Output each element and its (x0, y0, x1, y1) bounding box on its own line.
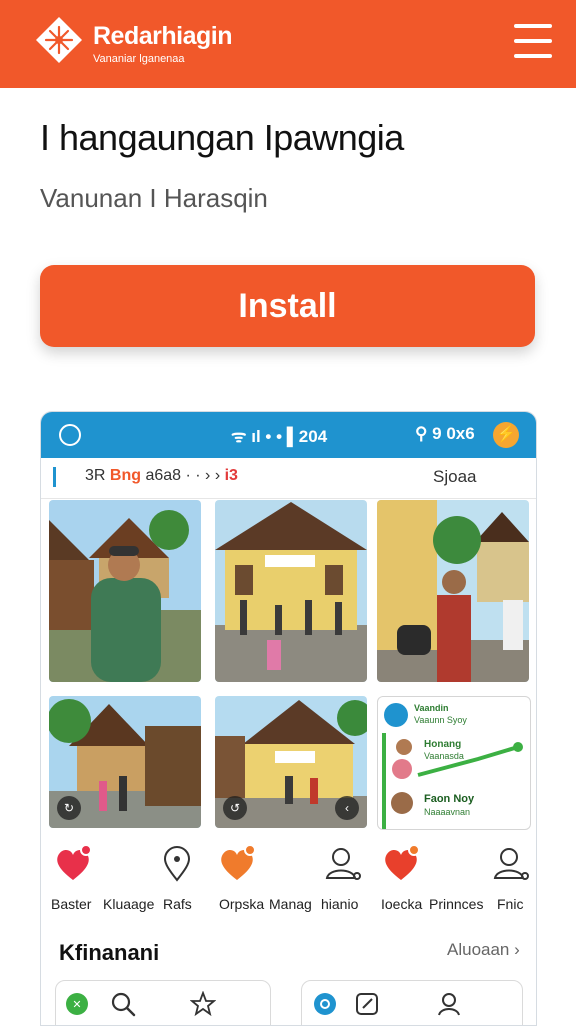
app-title: I hangaungan Ipawngia (40, 117, 404, 158)
subheader-right-label[interactable]: Sjoaa (433, 467, 476, 487)
heart-icon[interactable] (381, 844, 421, 884)
category-label[interactable]: Ioecka (381, 896, 422, 912)
share-badge-icon: ‹ (335, 796, 359, 820)
brand-logo-icon (36, 17, 82, 63)
hamburger-menu-icon[interactable] (514, 24, 552, 58)
badge-icon[interactable]: ✕ (64, 991, 90, 1017)
chevron-right-icon: › (514, 940, 520, 959)
category-label[interactable]: Prinnces (429, 896, 483, 912)
app-preview-screenshot: ᯤ ıl • • ▌204 ⚲ 9 0x6 ⚡ 3R Bng a6a8 · · … (40, 411, 537, 1026)
mini-app-title: Vaandin (414, 703, 449, 713)
edit-icon[interactable] (354, 991, 380, 1017)
mini-item-sub: Vaanasda (424, 751, 464, 761)
category-label[interactable]: Kluaage (103, 896, 154, 912)
section-see-all-link[interactable]: Aluoaan › (447, 940, 520, 960)
mini-item-title: Honang (424, 739, 462, 750)
heart-icon[interactable] (217, 844, 257, 884)
photo-tile[interactable] (215, 500, 367, 682)
video-badge-icon: ↺ (223, 796, 247, 820)
location-pin-icon[interactable] (157, 844, 197, 884)
mini-item-title: Faon Noy (424, 793, 475, 805)
app-header: Redarhiagin Vananiar lganenaa (0, 0, 576, 88)
section-title: Kfinanani (59, 940, 160, 965)
subheader-breadcrumb: 3R Bng a6a8 · · › › i3 (85, 467, 238, 484)
photo-tile[interactable]: ↺ ‹ (215, 696, 367, 828)
app-subtitle: Vanunan I Harasqin (40, 183, 268, 213)
back-circle-icon (59, 424, 81, 446)
category-label[interactable]: Rafs (163, 896, 192, 912)
install-button[interactable]: Install (40, 265, 535, 347)
preview-subheader: 3R Bng a6a8 · · › › i3 Sjoaa (41, 458, 536, 499)
status-bar: ᯤ ıl • • ▌204 ⚲ 9 0x6 ⚡ (41, 412, 536, 458)
brand-tagline: Vananiar lganenaa (93, 53, 185, 65)
subheader-accent (53, 467, 56, 487)
category-row: Baster Kluaage Rafs Orpska Manag hianio … (41, 844, 536, 918)
action-card (301, 980, 523, 1025)
category-label[interactable]: hianio (321, 896, 358, 912)
photo-tile[interactable]: ↻ (49, 696, 201, 828)
photo-tile[interactable] (49, 500, 201, 682)
video-badge-icon: ↻ (57, 796, 81, 820)
category-label[interactable]: Fnic (497, 896, 523, 912)
app-logo-icon (384, 703, 408, 727)
category-label[interactable]: Baster (51, 896, 91, 912)
charging-bolt-icon: ⚡ (493, 422, 519, 448)
category-label[interactable]: Manag (269, 896, 312, 912)
mini-app-subtitle: Vaaunn Syoy (414, 715, 467, 725)
heart-icon[interactable] (53, 844, 93, 884)
user-icon[interactable] (491, 844, 531, 884)
user-icon[interactable] (323, 844, 363, 884)
category-label[interactable]: Orpska (219, 896, 264, 912)
app-preview-tile[interactable]: Vaandin Vaaunn Syoy Honang Vaanasda Faon… (377, 696, 531, 830)
user-icon[interactable] (436, 991, 462, 1017)
mini-item-sub: Naaaavnan (424, 807, 471, 817)
status-right-indicators: ⚲ 9 0x6 (415, 424, 475, 443)
star-icon[interactable] (190, 991, 216, 1017)
photo-tile[interactable] (377, 500, 529, 682)
search-icon[interactable] (110, 991, 136, 1017)
status-indicators: ᯤ ıl • • ▌204 (231, 427, 328, 446)
action-card: ✕ (55, 980, 271, 1025)
svg-text:✕: ✕ (72, 998, 81, 1011)
refresh-badge-icon[interactable] (312, 991, 338, 1017)
brand-name: Redarhiagin (93, 22, 232, 50)
